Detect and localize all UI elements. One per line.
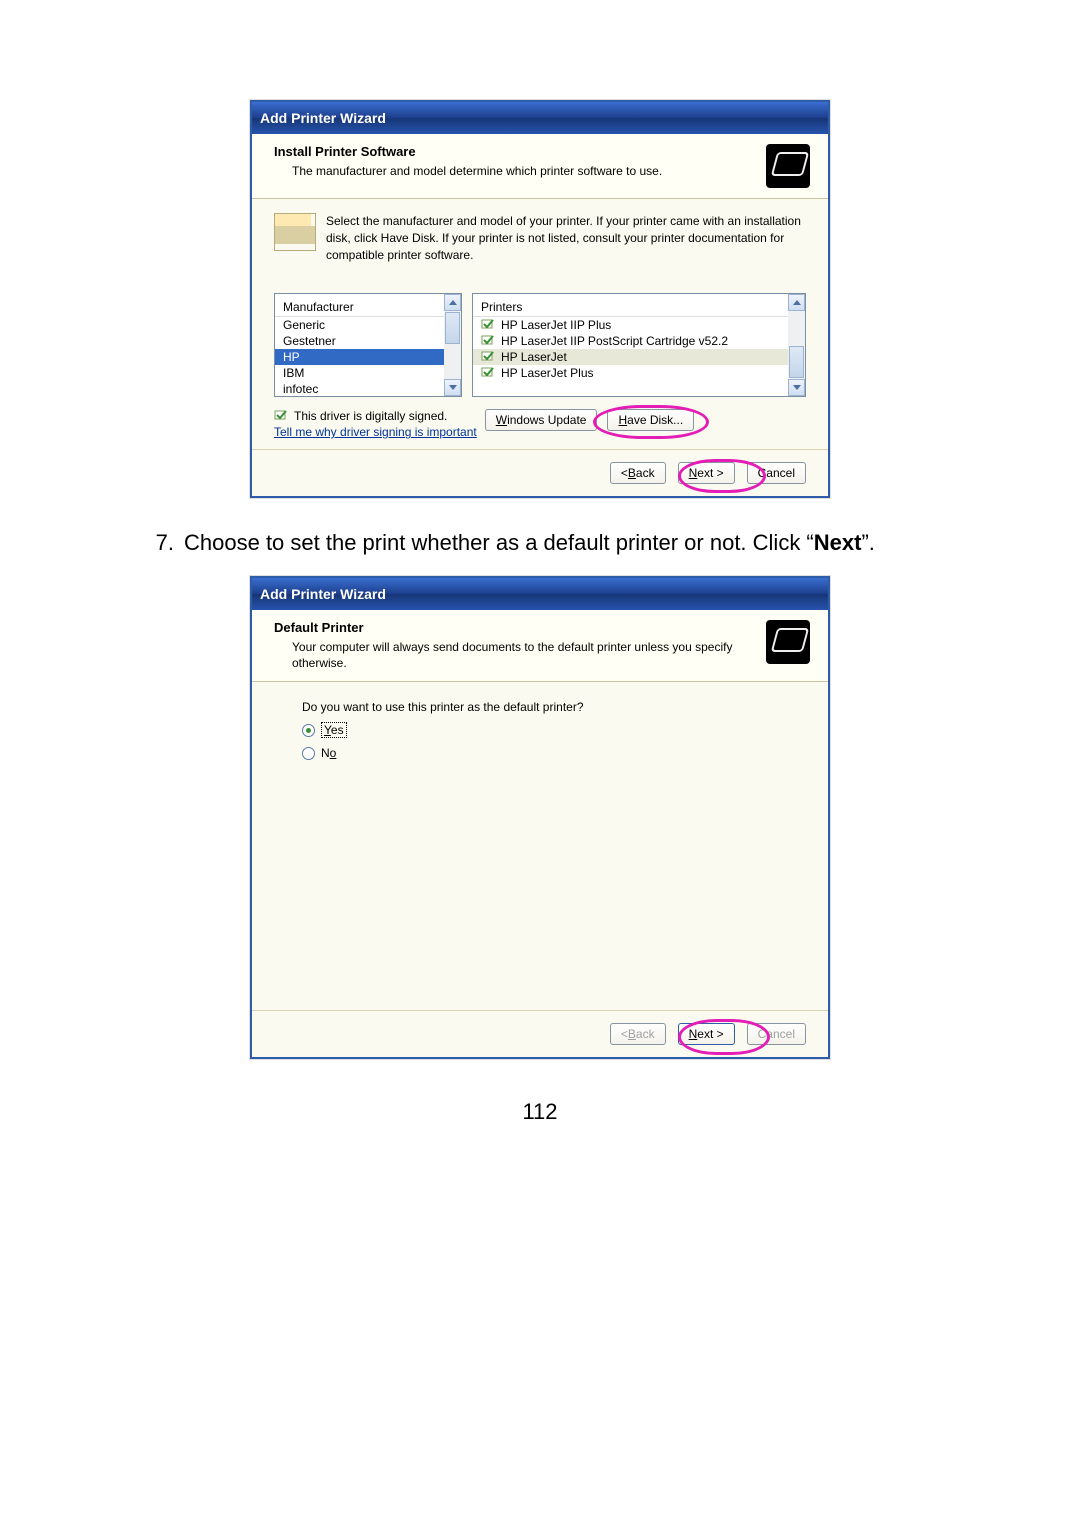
back-button[interactable]: < Back	[610, 462, 666, 484]
printers-header: Printers	[473, 298, 805, 317]
list-item[interactable]: infotec	[275, 381, 461, 397]
signed-driver-icon	[481, 319, 495, 331]
list-item[interactable]: IBM	[275, 365, 461, 381]
info-row: Select the manufacturer and model of you…	[252, 199, 828, 293]
back-button: < Back	[610, 1023, 666, 1045]
list-item[interactable]: HP LaserJet IIP PostScript Cartridge v52…	[473, 333, 805, 349]
have-disk-button[interactable]: Have Disk...	[607, 409, 694, 431]
add-printer-wizard-software-dialog: Add Printer Wizard Install Printer Softw…	[250, 100, 830, 498]
title-bar: Add Printer Wizard	[252, 578, 828, 610]
signed-driver-icon	[481, 335, 495, 347]
header-title: Install Printer Software	[274, 144, 758, 159]
dialog-title: Add Printer Wizard	[260, 586, 386, 602]
default-printer-question: Do you want to use this printer as the d…	[302, 700, 800, 714]
signed-driver-icon	[274, 410, 288, 422]
scrollbar[interactable]	[788, 294, 805, 396]
signed-driver-icon	[481, 367, 495, 379]
printers-list[interactable]: Printers HP LaserJet IIP Plus	[472, 293, 806, 397]
scrollbar[interactable]	[444, 294, 461, 396]
scroll-up-button[interactable]	[788, 294, 805, 311]
header-title: Default Printer	[274, 620, 758, 635]
radio-icon	[302, 747, 315, 760]
list-item[interactable]: HP	[275, 349, 461, 365]
scroll-thumb[interactable]	[789, 346, 804, 378]
printer-name: HP LaserJet IIP PostScript Cartridge v52…	[501, 334, 728, 348]
cancel-button[interactable]: Cancel	[747, 462, 806, 484]
printer-name: HP LaserJet	[501, 350, 567, 364]
dialog-header: Default Printer Your computer will alway…	[252, 610, 828, 682]
info-text: Select the manufacturer and model of you…	[326, 213, 806, 263]
printer-icon	[766, 620, 810, 664]
dialog-title: Add Printer Wizard	[260, 110, 386, 126]
printer-clipart-icon	[274, 213, 316, 251]
driver-signing-link[interactable]: Tell me why driver signing is important	[274, 425, 477, 439]
scroll-up-button[interactable]	[444, 294, 461, 311]
chevron-down-icon	[449, 385, 457, 390]
cancel-button: Cancel	[747, 1023, 806, 1045]
step-number: 7.	[120, 528, 184, 558]
list-item[interactable]: Generic	[275, 317, 461, 333]
list-item[interactable]: HP LaserJet Plus	[473, 365, 805, 381]
printer-name: HP LaserJet Plus	[501, 366, 594, 380]
step-text-b: ”.	[861, 530, 874, 555]
windows-update-button[interactable]: WWindows Updateindows Update	[485, 409, 598, 431]
scroll-thumb[interactable]	[445, 312, 460, 344]
page-number: 112	[120, 1099, 960, 1125]
manufacturer-header: Manufacturer	[275, 298, 461, 317]
radio-icon	[302, 724, 315, 737]
manufacturer-list[interactable]: Manufacturer Generic Gestetner HP IBM in…	[274, 293, 462, 397]
printer-icon	[766, 144, 810, 188]
list-item[interactable]: HP LaserJet	[473, 349, 805, 365]
driver-signed-text: This driver is digitally signed.	[294, 409, 447, 423]
scroll-down-button[interactable]	[444, 379, 461, 396]
header-subtitle: Your computer will always send documents…	[292, 639, 758, 671]
radio-no[interactable]: No	[302, 746, 800, 760]
chevron-up-icon	[793, 300, 801, 305]
header-subtitle: The manufacturer and model determine whi…	[292, 163, 758, 179]
scroll-down-button[interactable]	[788, 379, 805, 396]
signed-driver-icon	[481, 351, 495, 363]
dialog-header: Install Printer Software The manufacture…	[252, 134, 828, 199]
next-button[interactable]: Next >	[678, 1023, 735, 1045]
chevron-up-icon	[449, 300, 457, 305]
step-text-bold: Next	[814, 530, 862, 555]
radio-yes[interactable]: Yes	[302, 722, 800, 738]
step-text-a: Choose to set the print whether as a def…	[184, 530, 814, 555]
printer-name: HP LaserJet IIP Plus	[501, 318, 611, 332]
add-printer-wizard-default-dialog: Add Printer Wizard Default Printer Your …	[250, 576, 830, 1059]
title-bar: Add Printer Wizard	[252, 102, 828, 134]
next-button[interactable]: Next >	[678, 462, 735, 484]
list-item[interactable]: Gestetner	[275, 333, 461, 349]
chevron-down-icon	[793, 385, 801, 390]
list-item[interactable]: HP LaserJet IIP Plus	[473, 317, 805, 333]
instruction-step: 7. Choose to set the print whether as a …	[120, 528, 960, 558]
wizard-footer: < Back Next > Cancel	[252, 1010, 828, 1057]
wizard-footer: < Back Next > Cancel	[252, 449, 828, 496]
